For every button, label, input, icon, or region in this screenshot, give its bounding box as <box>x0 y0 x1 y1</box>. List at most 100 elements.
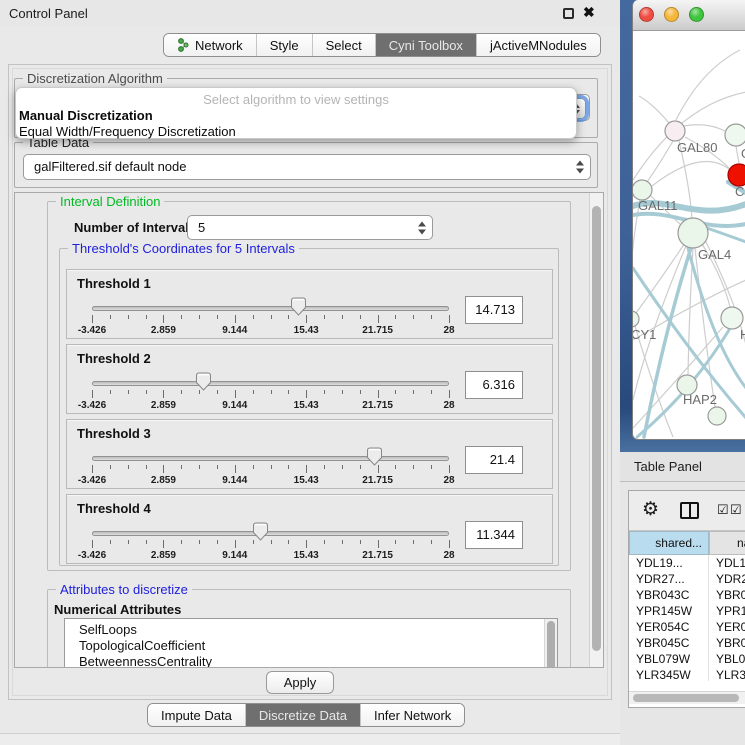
settings-scrollbar-thumb[interactable] <box>592 206 601 651</box>
slider-tick <box>92 390 93 398</box>
table-cell: YBL0 <box>709 651 745 667</box>
threshold-value-field[interactable]: 11.344 <box>465 521 523 549</box>
attribute-item-topologicalcoefficient[interactable]: TopologicalCoefficient <box>65 638 557 654</box>
zoom-traffic-icon[interactable] <box>689 7 704 22</box>
network-edge <box>636 243 685 313</box>
threshold-value-field[interactable]: 21.4 <box>465 446 523 474</box>
table-panel: Table Panel ⚙ ☑ ☑ shared...name YDL19...… <box>620 452 745 745</box>
GAL80-node[interactable] <box>665 121 685 141</box>
table-data-group: Table Data galFiltered.sif default node <box>14 142 598 188</box>
combobox-stepper-icon[interactable] <box>418 221 426 234</box>
table-hscrollbar-thumb[interactable] <box>633 694 739 702</box>
slider-tick <box>128 390 129 394</box>
tab-network[interactable]: Network <box>164 34 256 56</box>
network-edge <box>684 125 725 131</box>
checkbox-icon[interactable]: ☑ <box>730 502 742 518</box>
tab-infer-network[interactable]: Infer Network <box>360 704 464 726</box>
slider-thumb[interactable] <box>366 447 383 466</box>
tab-style[interactable]: Style <box>256 34 312 56</box>
slider-tick <box>235 390 236 398</box>
slider-tick <box>378 315 379 323</box>
slider[interactable]: -3.4262.8599.14415.4321.71528 <box>92 420 449 490</box>
column-header-name[interactable]: name <box>709 531 745 555</box>
red-node[interactable] <box>728 164 745 186</box>
slider[interactable]: -3.4262.8599.14415.4321.71528 <box>92 270 449 340</box>
close-icon[interactable]: ✖ <box>583 4 595 21</box>
table-row[interactable]: YPR145WYPR1 <box>629 603 745 619</box>
slider-tick <box>413 315 414 319</box>
bottom-node[interactable] <box>708 407 726 425</box>
apply-button[interactable]: Apply <box>266 671 334 694</box>
settings-scrollbar[interactable] <box>589 193 603 667</box>
table-cell: YLR3 <box>709 667 745 681</box>
table-row[interactable]: YER054CYER0 <box>629 619 745 635</box>
slider[interactable]: -3.4262.8599.14415.4321.71528 <box>92 495 449 565</box>
slider-tick-label: 28 <box>443 550 454 561</box>
float-window-icon[interactable] <box>563 8 574 19</box>
threshold-panel-4: Threshold 4-3.4262.8599.14415.4321.71528… <box>66 494 553 564</box>
slider-tick <box>253 315 254 319</box>
table-row[interactable]: YBR043CYBR0 <box>629 587 745 603</box>
network-canvas[interactable]: GAL80GACGAL11GAL4GCY1HHAP2 <box>633 31 745 440</box>
slider-track[interactable] <box>92 306 449 311</box>
list-scrollbar[interactable] <box>544 619 557 668</box>
slider[interactable]: -3.4262.8599.14415.4321.71528 <box>92 345 449 415</box>
thresholds-group: Threshold's Coordinates for 5 Intervals … <box>59 248 559 566</box>
number-of-intervals-combobox[interactable]: 5 <box>187 215 433 240</box>
column-header-shared-[interactable]: shared... <box>629 531 709 555</box>
dropdown-option-equal-width-frequency-discretization[interactable]: Equal Width/Frequency Discretization <box>19 124 562 140</box>
slider-tick-label: -3.426 <box>78 400 106 411</box>
tab-select[interactable]: Select <box>312 34 375 56</box>
attributes-group-title: Attributes to discretize <box>56 582 192 597</box>
GCY1-node[interactable] <box>633 311 639 327</box>
tab-label: Network <box>195 38 243 53</box>
close-traffic-icon[interactable] <box>639 7 654 22</box>
H-node[interactable] <box>721 307 743 329</box>
table-data-combobox[interactable]: galFiltered.sif default node <box>23 154 591 180</box>
table-row[interactable]: YBL079WYBL0 <box>629 651 745 667</box>
list-scrollbar-thumb[interactable] <box>547 621 555 668</box>
slider-tick <box>163 315 164 323</box>
combobox-stepper-icon[interactable] <box>576 161 584 174</box>
top-right-node[interactable] <box>725 124 745 146</box>
checkbox-icon[interactable]: ☑ <box>717 502 729 518</box>
slider-tick <box>449 465 450 473</box>
slider-track[interactable] <box>92 456 449 461</box>
slider-thumb[interactable] <box>195 372 212 391</box>
tab-discretize-data[interactable]: Discretize Data <box>245 704 360 726</box>
table-row[interactable]: YDL19...YDL1 <box>629 555 745 571</box>
slider-tick <box>306 390 307 398</box>
tab-cyni-toolbox[interactable]: Cyni Toolbox <box>375 34 476 56</box>
table-hscrollbar[interactable] <box>629 691 745 704</box>
gear-icon[interactable]: ⚙ <box>642 499 659 521</box>
network-edge <box>647 141 673 182</box>
network-edge <box>736 146 739 163</box>
dropdown-option-manual-discretization[interactable]: Manual Discretization <box>19 108 562 124</box>
split-columns-icon[interactable] <box>680 502 699 519</box>
slider-tick <box>128 315 129 319</box>
minimize-traffic-icon[interactable] <box>664 7 679 22</box>
table-row[interactable]: YBR045CYBR0 <box>629 635 745 651</box>
threshold-value-field[interactable]: 14.713 <box>465 296 523 324</box>
threshold-value-field[interactable]: 6.316 <box>465 371 523 399</box>
tab-jactivemnodules[interactable]: jActiveMNodules <box>476 34 600 56</box>
slider-track[interactable] <box>92 381 449 386</box>
slider-tick <box>395 390 396 394</box>
tab-impute-data[interactable]: Impute Data <box>148 704 245 726</box>
slider-track[interactable] <box>92 531 449 536</box>
numerical-attributes-list[interactable]: SelfLoopsTopologicalCoefficientBetweenne… <box>64 618 558 668</box>
slider-tick <box>146 540 147 544</box>
slider-tick-label: 15.43 <box>294 475 319 486</box>
attribute-item-selfloops[interactable]: SelfLoops <box>65 622 557 638</box>
table-row[interactable]: YLR345WYLR3 <box>629 667 745 681</box>
slider-tick <box>217 465 218 469</box>
GAL11-node[interactable] <box>633 180 652 200</box>
interval-definition-title: Interval Definition <box>56 194 164 209</box>
slider-tick-label: 9.144 <box>222 325 247 336</box>
slider-tick <box>378 540 379 548</box>
slider-thumb[interactable] <box>252 522 269 541</box>
attribute-item-betweennesscentrality[interactable]: BetweennessCentrality <box>65 654 557 668</box>
slider-thumb[interactable] <box>290 297 307 316</box>
GAL4-node[interactable] <box>678 218 708 248</box>
table-row[interactable]: YDR27...YDR2 <box>629 571 745 587</box>
